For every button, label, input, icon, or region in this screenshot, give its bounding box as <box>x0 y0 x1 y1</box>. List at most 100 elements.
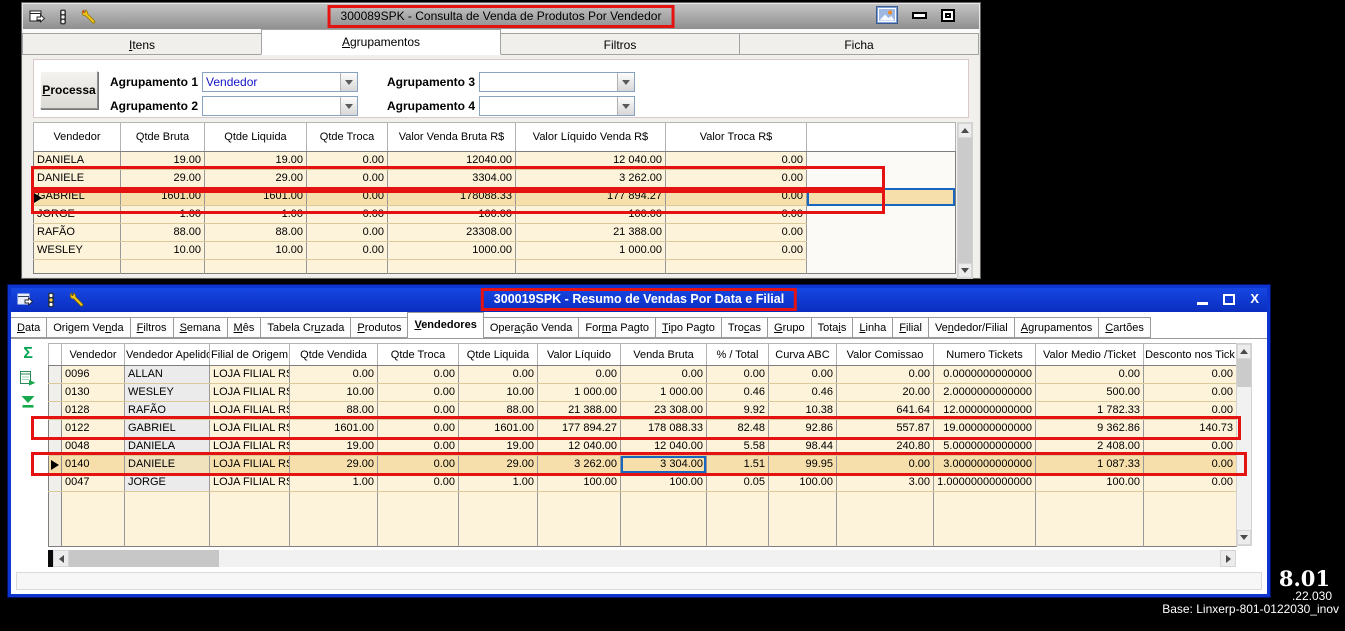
form-icon[interactable] <box>17 293 33 307</box>
form-icon[interactable] <box>29 10 45 24</box>
minimize-button[interactable] <box>912 11 927 19</box>
window2-tab-semana[interactable]: Semana <box>172 317 228 338</box>
grid-cell[interactable]: JORGE <box>124 473 210 492</box>
grid-cell[interactable]: 0.00 <box>306 169 388 188</box>
grid-cell[interactable]: DANIELA <box>33 151 121 170</box>
grid-cell[interactable]: 100.00 <box>768 473 837 492</box>
wrench-icon[interactable] <box>81 8 97 25</box>
column-header[interactable]: Vendedor <box>33 122 121 152</box>
grid-cell[interactable]: 12 040.00 <box>515 151 666 170</box>
grid-cell[interactable]: DANIELE <box>124 455 210 474</box>
grid-cell[interactable]: 12.000000000000 <box>933 401 1036 420</box>
grid-cell[interactable]: 92.86 <box>768 419 837 438</box>
column-header[interactable]: Qtde Troca <box>306 122 388 152</box>
grid-cell[interactable]: LOJA FILIAL RS <box>209 437 290 456</box>
scrollbar-thumb[interactable] <box>69 550 219 567</box>
grid-cell[interactable]: 500.00 <box>1035 383 1144 402</box>
grid-cell[interactable]: 9 362.86 <box>1035 419 1144 438</box>
column-header[interactable]: Valor Medio /Ticket <box>1035 343 1144 366</box>
window2-tab-grupo[interactable]: Grupo <box>767 317 812 338</box>
column-header[interactable]: Qtde Vendida <box>289 343 378 366</box>
grid-cell[interactable]: 0.00 <box>1143 437 1237 456</box>
agrupamento1-combobox[interactable]: Vendedor <box>202 72 358 92</box>
grid-cell[interactable]: 0.00 <box>1143 383 1237 402</box>
grid-cell[interactable]: 19.00 <box>289 437 378 456</box>
grid-cell[interactable]: LOJA FILIAL RS <box>209 401 290 420</box>
table-row[interactable]: 0048 DANIELA LOJA FILIAL RS 19.00 0.00 19.00 1… <box>48 437 1237 456</box>
grid-cell[interactable]: WESLEY <box>33 241 121 260</box>
grid-cell[interactable]: 3.0000000000000 <box>933 455 1036 474</box>
window1-tab-itens[interactable]: Itens <box>22 33 262 55</box>
column-header[interactable]: Qtde Bruta <box>120 122 205 152</box>
vendor-sales-grid[interactable]: Vendedor Qtde Bruta Qtde Liquida Qtde Troca… <box>33 122 956 274</box>
grid-cell[interactable]: 100.00 <box>515 205 666 224</box>
grid-cell[interactable]: 12 040.00 <box>537 437 621 456</box>
column-header[interactable]: % / Total <box>706 343 769 366</box>
grid-cell[interactable]: 10.38 <box>768 401 837 420</box>
grid-cell[interactable]: GABRIEL <box>124 419 210 438</box>
grid-cell[interactable]: RAFÃO <box>33 223 121 242</box>
grid-cell[interactable]: 3304.00 <box>387 169 516 188</box>
grid-cell[interactable]: 177 894.27 <box>515 187 666 206</box>
column-header[interactable]: Numero Tickets <box>933 343 1036 366</box>
column-header[interactable]: Desconto nos Tick <box>1143 343 1237 366</box>
maximize-button[interactable] <box>941 8 955 22</box>
traffic-light-icon[interactable] <box>46 292 56 308</box>
grid-cell[interactable]: 0130 <box>61 383 125 402</box>
grid-cell[interactable]: 1.51 <box>706 455 769 474</box>
grid-cell[interactable]: 0.00 <box>620 365 707 384</box>
grid-cell[interactable]: DANIELA <box>124 437 210 456</box>
vertical-scrollbar[interactable] <box>1236 343 1252 546</box>
grid-cell[interactable]: 98.44 <box>768 437 837 456</box>
grid-cell[interactable]: 0.00 <box>306 151 388 170</box>
grid-cell[interactable]: 641.64 <box>836 401 934 420</box>
sigma-icon[interactable]: Σ <box>23 346 33 362</box>
window2-tab-filtros[interactable]: Filtros <box>129 317 174 338</box>
grid-cell[interactable]: 557.87 <box>836 419 934 438</box>
selected-row-marker[interactable] <box>48 455 62 474</box>
vertical-scrollbar[interactable] <box>957 122 973 279</box>
grid-cell[interactable]: 0.00 <box>1143 365 1237 384</box>
table-row[interactable]: 0128 RAFÃO LOJA FILIAL RS 88.00 0.00 88.00 21 … <box>48 401 1237 420</box>
grid-cell[interactable]: 100.00 <box>1035 473 1144 492</box>
grid-cell[interactable]: 19.00 <box>120 151 205 170</box>
grid-cell[interactable]: 0.00 <box>665 223 807 242</box>
column-header[interactable]: Vendedor Apelido <box>124 343 210 366</box>
grid-cell[interactable]: 178088.33 <box>387 187 516 206</box>
maximize-button[interactable] <box>1223 293 1236 305</box>
grid-cell[interactable]: 9.92 <box>706 401 769 420</box>
processa-button[interactable]: Processa <box>40 71 98 109</box>
scroll-up-button[interactable] <box>958 123 972 138</box>
table-row[interactable]: GABRIEL 1601.00 1601.00 0.00 178088.33 177 89… <box>33 187 956 206</box>
grid-cell[interactable] <box>806 241 956 260</box>
grid-cell[interactable]: 0.00 <box>537 365 621 384</box>
grid-cell[interactable]: 88.00 <box>204 223 307 242</box>
grid-cell[interactable]: 1601.00 <box>458 419 538 438</box>
grid-cell[interactable]: 0.00 <box>458 365 538 384</box>
column-header[interactable]: Qtde Troca <box>377 343 459 366</box>
grid-cell[interactable]: 10.00 <box>458 383 538 402</box>
table-row[interactable]: 0047 JORGE LOJA FILIAL RS 1.00 0.00 1.00 100.0… <box>48 473 1237 492</box>
grid-cell[interactable]: 88.00 <box>458 401 538 420</box>
grid-cell[interactable]: 23308.00 <box>387 223 516 242</box>
scrollbar-track[interactable] <box>1237 387 1251 530</box>
grid-cell[interactable]: 3 304.00 <box>620 455 707 474</box>
row-selector[interactable] <box>48 419 62 438</box>
wrench-icon[interactable] <box>69 292 85 308</box>
table-row[interactable]: JORGE 1.00 1.00 0.00 100.00 100.00 0.00 <box>33 205 956 224</box>
grid-cell[interactable]: 21 388.00 <box>537 401 621 420</box>
agrupamento3-combobox[interactable] <box>479 72 635 92</box>
grid-cell[interactable]: 1.00000000000000 <box>933 473 1036 492</box>
column-header[interactable]: Qtde Liquida <box>458 343 538 366</box>
grid-cell[interactable]: 178 088.33 <box>620 419 707 438</box>
grid-cell[interactable]: 29.00 <box>289 455 378 474</box>
grid-cell[interactable]: 2 408.00 <box>1035 437 1144 456</box>
scroll-right-button[interactable] <box>1220 550 1236 567</box>
grid-cell[interactable]: 0.00 <box>377 419 459 438</box>
grid-cell[interactable]: 0.00 <box>377 365 459 384</box>
scroll-down-button[interactable] <box>1237 530 1251 545</box>
grid-cell[interactable]: 1.00 <box>120 205 205 224</box>
window2-tab-vendedores[interactable]: Vendedores <box>407 312 484 338</box>
grid-cell[interactable]: 1 000.00 <box>537 383 621 402</box>
grid-cell[interactable] <box>806 205 956 224</box>
